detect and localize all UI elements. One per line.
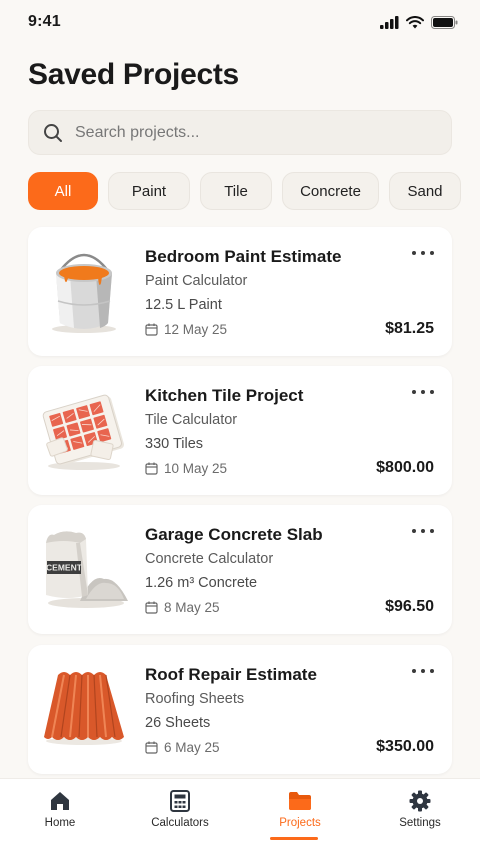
project-card[interactable]: CEMENT Garage Concrete Slab Concrete Cal… xyxy=(28,505,452,634)
battery-icon xyxy=(431,15,458,29)
calendar-icon xyxy=(145,741,158,754)
project-card[interactable]: Bedroom Paint Estimate Paint Calculator … xyxy=(28,227,452,356)
project-title: Kitchen Tile Project xyxy=(145,386,304,405)
filter-chip-sand[interactable]: Sand xyxy=(389,172,461,210)
tab-calculators[interactable]: Calculators xyxy=(120,779,240,853)
tab-label: Calculators xyxy=(151,817,209,829)
project-title: Roof Repair Estimate xyxy=(145,665,317,684)
bottom-tab-bar: Home Calculators Projects Settings xyxy=(0,778,480,853)
folder-icon xyxy=(289,792,311,810)
tab-label: Home xyxy=(44,817,76,829)
project-quantity: 26 Sheets xyxy=(145,715,211,731)
filter-chip-tile[interactable]: Tile xyxy=(200,172,272,210)
tab-projects[interactable]: Projects xyxy=(240,779,360,853)
project-price: $800.00 xyxy=(376,459,434,476)
active-tab-indicator xyxy=(270,837,318,840)
search-bar[interactable] xyxy=(28,110,452,155)
project-price: $96.50 xyxy=(385,598,434,615)
project-date-text: 10 May 25 xyxy=(164,461,228,476)
project-date-text: 12 May 25 xyxy=(164,322,228,337)
filter-chip-all[interactable]: All xyxy=(28,172,98,210)
tab-label: Settings xyxy=(399,817,441,829)
search-input[interactable] xyxy=(75,123,415,142)
project-title: Garage Concrete Slab xyxy=(145,525,323,544)
project-date-text: 8 May 25 xyxy=(164,600,220,615)
project-quantity: 12.5 L Paint xyxy=(145,297,222,313)
filter-chips: All Paint Tile Concrete Sand xyxy=(28,172,480,210)
more-options-button[interactable] xyxy=(412,384,434,400)
project-calculator: Concrete Calculator xyxy=(145,551,274,567)
project-card[interactable]: Roof Repair Estimate Roofing Sheets 26 S… xyxy=(28,645,452,774)
page-title: Saved Projects xyxy=(28,58,239,91)
project-card[interactable]: Kitchen Tile Project Tile Calculator 330… xyxy=(28,366,452,495)
project-date-text: 6 May 25 xyxy=(164,740,220,755)
roofing-sheet-image xyxy=(44,672,124,745)
gear-icon xyxy=(409,790,431,812)
tab-settings[interactable]: Settings xyxy=(360,779,480,853)
filter-chip-concrete[interactable]: Concrete xyxy=(282,172,379,210)
cement-label: CEMENT xyxy=(46,563,83,573)
filter-chip-paint[interactable]: Paint xyxy=(108,172,190,210)
more-options-button[interactable] xyxy=(412,245,434,261)
project-date: 8 May 25 xyxy=(145,600,220,615)
more-options-button[interactable] xyxy=(412,523,434,539)
tab-home[interactable]: Home xyxy=(0,779,120,853)
cement-bag-image: CEMENT xyxy=(46,531,128,608)
paint-bucket-image xyxy=(52,253,116,333)
project-quantity: 1.26 m³ Concrete xyxy=(145,575,258,591)
tab-label: Projects xyxy=(279,817,321,829)
signal-icon xyxy=(380,15,399,29)
calendar-icon xyxy=(145,601,158,614)
home-icon xyxy=(51,792,69,810)
project-calculator: Tile Calculator xyxy=(145,412,238,428)
project-date: 6 May 25 xyxy=(145,740,220,755)
status-bar: 9:41 xyxy=(0,0,480,44)
status-time: 9:41 xyxy=(28,13,61,30)
calendar-icon xyxy=(145,462,158,475)
project-price: $350.00 xyxy=(376,738,434,755)
project-calculator: Paint Calculator xyxy=(145,273,248,289)
project-title: Bedroom Paint Estimate xyxy=(145,247,342,266)
search-icon xyxy=(44,123,62,142)
calculator-icon xyxy=(170,790,190,812)
project-quantity: 330 Tiles xyxy=(145,436,204,452)
project-price: $81.25 xyxy=(385,320,434,337)
more-options-button[interactable] xyxy=(412,663,434,679)
project-date: 10 May 25 xyxy=(145,461,227,476)
wifi-icon xyxy=(406,15,424,28)
tiles-image xyxy=(42,394,125,470)
project-calculator: Roofing Sheets xyxy=(145,691,245,707)
status-icons xyxy=(380,15,458,29)
calendar-icon xyxy=(145,323,158,336)
project-date: 12 May 25 xyxy=(145,322,227,337)
